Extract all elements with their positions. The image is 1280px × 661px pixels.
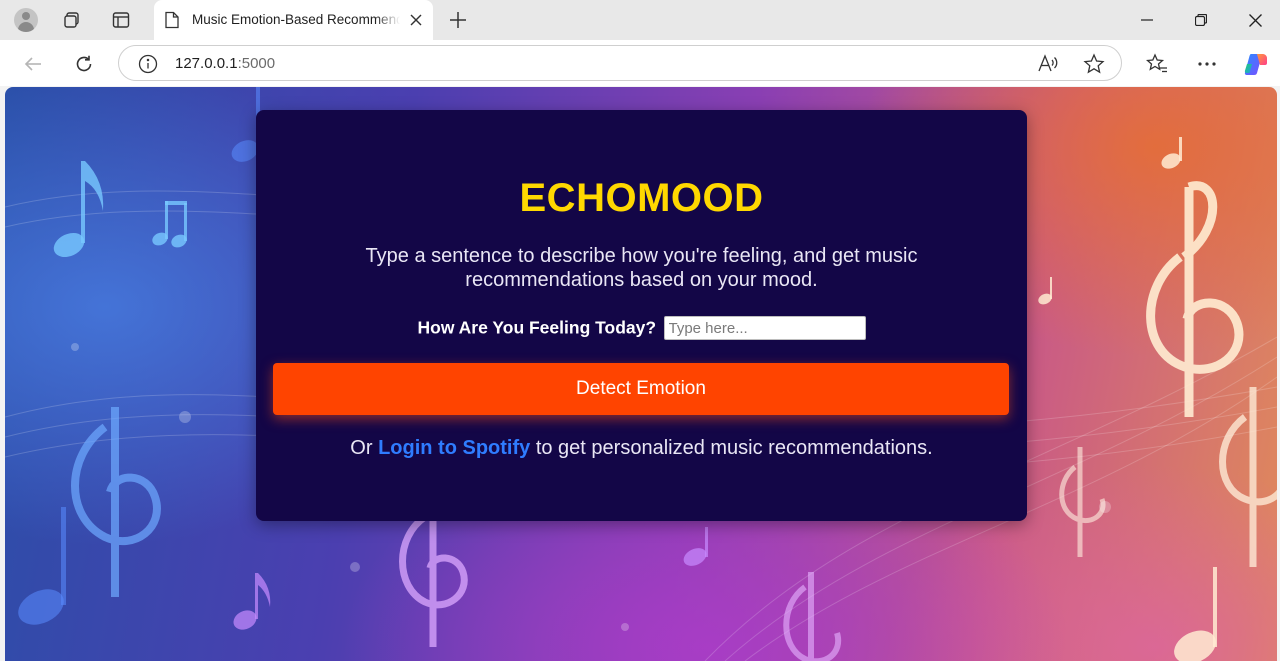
page-favicon-icon	[164, 11, 180, 34]
favorites-icon[interactable]	[1142, 49, 1172, 79]
star-icon[interactable]	[1083, 53, 1105, 80]
url-port: :5000	[237, 55, 276, 72]
feeling-input[interactable]	[663, 316, 866, 340]
browser-tab-strip: Music Emotion-Based Recommendation	[0, 0, 1280, 40]
detect-emotion-button[interactable]: Detect Emotion	[273, 363, 1009, 415]
plus-icon[interactable]	[444, 6, 472, 34]
spotify-login-link[interactable]: Login to Spotify	[378, 437, 530, 459]
emotion-card: ECHOMOOD Type a sentence to describe how…	[256, 110, 1027, 521]
page-subtitle: Type a sentence to describe how you're f…	[365, 245, 918, 291]
feeling-row: How Are You Feeling Today?	[256, 316, 1027, 340]
spotify-prompt: Or Login to Spotify to get personalized …	[256, 437, 1027, 460]
page-viewport: ECHOMOOD Type a sentence to describe how…	[5, 87, 1277, 661]
minimize-icon[interactable]	[1120, 0, 1174, 40]
close-icon[interactable]	[404, 8, 428, 32]
tab-title: Music Emotion-Based Recommendation	[192, 12, 400, 27]
browser-toolbar: 127.0.0.1:5000	[0, 40, 1280, 86]
window-close-icon[interactable]	[1228, 0, 1280, 40]
feeling-label: How Are You Feeling Today?	[417, 317, 657, 338]
read-aloud-icon[interactable]	[1037, 53, 1059, 80]
copilot-icon[interactable]	[1241, 49, 1271, 79]
back-arrow-icon[interactable]	[18, 49, 48, 79]
address-bar[interactable]: 127.0.0.1:5000	[118, 45, 1122, 81]
page-title: ECHOMOOD	[519, 176, 764, 220]
url-host: 127.0.0.1	[175, 55, 238, 72]
vertical-tabs-icon[interactable]	[107, 6, 135, 34]
tab-actions-icon[interactable]	[58, 6, 86, 34]
more-icon[interactable]	[1192, 49, 1222, 79]
spotify-suffix: to get personalized music recommendation…	[530, 437, 933, 459]
profile-avatar-icon[interactable]	[12, 6, 40, 34]
active-tab[interactable]: Music Emotion-Based Recommendation	[154, 0, 433, 40]
url-text: 127.0.0.1:5000	[175, 55, 275, 72]
spotify-prefix: Or	[350, 437, 379, 459]
reload-icon[interactable]	[69, 49, 99, 79]
info-icon[interactable]	[138, 54, 158, 79]
restore-icon[interactable]	[1174, 0, 1228, 40]
